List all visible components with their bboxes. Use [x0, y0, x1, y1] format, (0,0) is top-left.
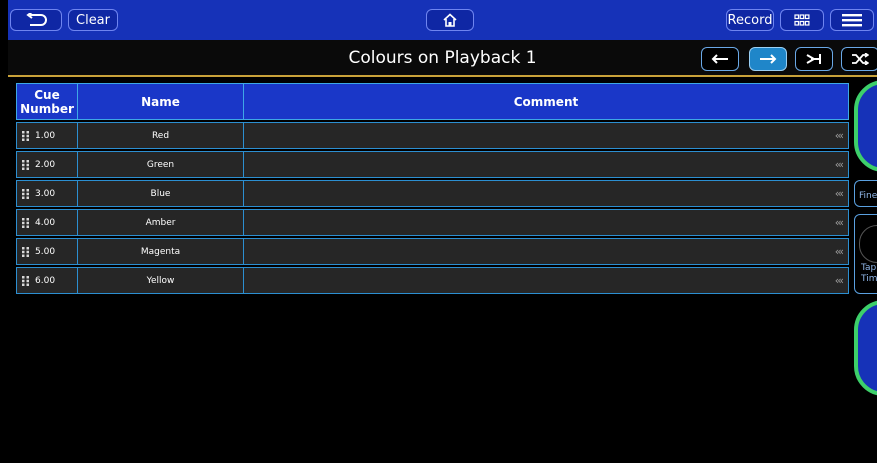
time-label: Time: [861, 274, 877, 284]
table-header: Cue Number Name Comment: [16, 83, 849, 120]
cue-number: 6.00: [35, 275, 56, 286]
cue-cell[interactable]: 4.00: [17, 210, 78, 235]
shuffle-button[interactable]: [841, 47, 877, 71]
playback-dial-top[interactable]: [854, 80, 877, 172]
column-header-comment[interactable]: Comment: [244, 84, 848, 119]
playback-dial-bottom[interactable]: [854, 300, 877, 396]
cue-cell[interactable]: 6.00: [17, 268, 78, 293]
grid-button[interactable]: [780, 9, 824, 31]
double-chevron-left-icon[interactable]: ‹‹‹: [835, 158, 844, 171]
return-arrow-icon: [26, 13, 47, 26]
name-cell[interactable]: Blue: [78, 181, 244, 206]
comment-cell[interactable]: ‹‹‹: [244, 268, 848, 293]
table-row[interactable]: 2.00 Green ‹‹‹: [16, 151, 849, 178]
back-button[interactable]: [10, 9, 62, 31]
menu-button[interactable]: [830, 9, 874, 31]
record-label: Record: [727, 12, 773, 28]
table-row[interactable]: 6.00 Yellow ‹‹‹: [16, 267, 849, 294]
cue-table: Cue Number Name Comment 1.00 Red ‹‹‹ 2.0…: [16, 83, 849, 294]
skip-to-end-button[interactable]: [795, 47, 833, 71]
column-header-cue-number[interactable]: Cue Number: [17, 84, 78, 119]
cue-number: 2.00: [35, 159, 56, 170]
double-chevron-left-icon[interactable]: ‹‹‹: [835, 245, 844, 258]
hamburger-menu-icon: [842, 14, 862, 27]
arrow-left-icon: [711, 54, 728, 64]
drag-handle-icon[interactable]: [22, 159, 29, 170]
column-header-name[interactable]: Name: [78, 84, 244, 119]
comment-cell[interactable]: ‹‹‹: [244, 123, 848, 148]
cue-cell[interactable]: 5.00: [17, 239, 78, 264]
drag-handle-icon[interactable]: [22, 130, 29, 141]
table-row[interactable]: 3.00 Blue ‹‹‹: [16, 180, 849, 207]
record-button[interactable]: Record: [726, 9, 774, 31]
page-title: Colours on Playback 1: [348, 48, 537, 68]
comment-cell[interactable]: ‹‹‹: [244, 181, 848, 206]
clear-label: Clear: [76, 12, 110, 28]
drag-handle-icon[interactable]: [22, 188, 29, 199]
name-cell[interactable]: Green: [78, 152, 244, 177]
home-button[interactable]: [426, 9, 474, 31]
previous-button[interactable]: [701, 47, 739, 71]
skip-to-end-icon: [806, 54, 821, 64]
drag-handle-icon[interactable]: [22, 275, 29, 286]
name-cell[interactable]: Red: [78, 123, 244, 148]
left-edge: [0, 0, 8, 463]
drag-handle-icon[interactable]: [22, 246, 29, 257]
tap-time-knob: [859, 225, 877, 263]
name-cell[interactable]: Yellow: [78, 268, 244, 293]
double-chevron-left-icon[interactable]: ‹‹‹: [835, 274, 844, 287]
shuffle-icon: [852, 53, 869, 65]
name-cell[interactable]: Amber: [78, 210, 244, 235]
double-chevron-left-icon[interactable]: ‹‹‹: [835, 187, 844, 200]
fine-button[interactable]: Fine: [854, 180, 877, 207]
title-bar: Colours on Playback 1: [8, 40, 877, 77]
comment-cell[interactable]: ‹‹‹: [244, 239, 848, 264]
fine-label: Fine: [859, 191, 877, 201]
tap-time-button[interactable]: Tap Time: [854, 214, 877, 294]
cue-number: 1.00: [35, 130, 56, 141]
home-icon: [443, 12, 457, 27]
cue-number: 5.00: [35, 246, 56, 257]
top-toolbar: Clear Record: [8, 0, 877, 40]
cue-cell[interactable]: 3.00: [17, 181, 78, 206]
cue-cell[interactable]: 2.00: [17, 152, 78, 177]
table-row[interactable]: 5.00 Magenta ‹‹‹: [16, 238, 849, 265]
comment-cell[interactable]: ‹‹‹: [244, 152, 848, 177]
cue-number: 4.00: [35, 217, 56, 228]
tap-label: Tap: [861, 263, 877, 273]
cue-cell[interactable]: 1.00: [17, 123, 78, 148]
table-row[interactable]: 4.00 Amber ‹‹‹: [16, 209, 849, 236]
double-chevron-left-icon[interactable]: ‹‹‹: [835, 129, 844, 142]
next-button[interactable]: [749, 47, 787, 71]
double-chevron-left-icon[interactable]: ‹‹‹: [835, 216, 844, 229]
comment-cell[interactable]: ‹‹‹: [244, 210, 848, 235]
name-cell[interactable]: Magenta: [78, 239, 244, 264]
clear-button[interactable]: Clear: [68, 9, 118, 31]
grid-icon: [794, 14, 810, 26]
table-row[interactable]: 1.00 Red ‹‹‹: [16, 122, 849, 149]
cue-number: 3.00: [35, 188, 56, 199]
arrow-right-icon: [760, 54, 777, 64]
drag-handle-icon[interactable]: [22, 217, 29, 228]
